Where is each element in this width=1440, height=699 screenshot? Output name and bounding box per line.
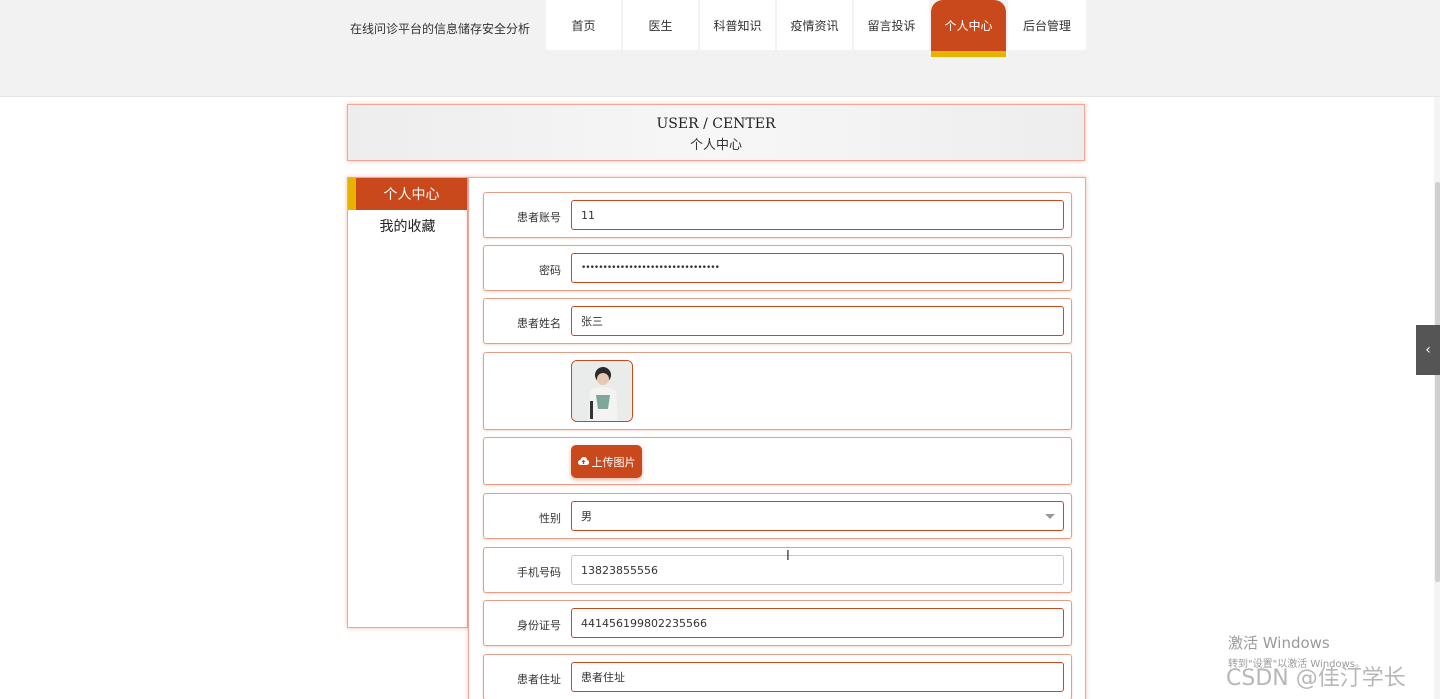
nav-home[interactable]: 首页: [546, 0, 621, 50]
form-row-account: 患者账号 11: [483, 192, 1072, 238]
form-row-password: 密码 ••••••••••••••••••••••••••••••••: [483, 245, 1072, 291]
chevron-down-icon: [1045, 514, 1055, 519]
name-label: 患者姓名: [517, 317, 561, 330]
account-input[interactable]: 11: [571, 200, 1064, 230]
form-row-name: 患者姓名 张三: [483, 298, 1072, 344]
top-header: 在线问诊平台的信息储存安全分析 首页 医生 科普知识 疫情资讯 留言投诉 个人中…: [0, 0, 1440, 97]
chevron-left-icon: ‹: [1425, 342, 1431, 358]
side-item-favorites[interactable]: 我的收藏: [348, 210, 467, 242]
nav-doctors[interactable]: 医生: [623, 0, 698, 50]
avatar-photo: [572, 361, 632, 421]
gender-value: 男: [581, 510, 592, 523]
side-menu: 个人中心 我的收藏: [347, 177, 468, 628]
csdn-watermark: CSDN @佳汀学长: [1226, 666, 1406, 691]
nav-complaints[interactable]: 留言投诉: [854, 0, 929, 50]
form-row-idcard: 身份证号 441456199802235566: [483, 600, 1072, 646]
phone-label: 手机号码: [517, 566, 561, 579]
profile-form: 患者账号 11 密码 •••••••••••••••••••••••••••••…: [468, 177, 1086, 699]
form-row-avatar: [483, 352, 1072, 430]
address-input[interactable]: 患者住址: [571, 662, 1064, 692]
watermark-title: 激活 Windows: [1228, 634, 1330, 652]
cloud-upload-icon: [577, 457, 589, 465]
banner-title-en: USER / CENTER: [656, 116, 776, 132]
gender-select[interactable]: 男: [571, 501, 1064, 531]
form-row-address: 患者住址 患者住址: [483, 654, 1072, 699]
nav-admin[interactable]: 后台管理: [1008, 0, 1086, 50]
idcard-label: 身份证号: [517, 619, 561, 632]
name-input[interactable]: 张三: [571, 306, 1064, 336]
account-label: 患者账号: [517, 211, 561, 224]
idcard-input[interactable]: 441456199802235566: [571, 608, 1064, 638]
gender-label: 性别: [539, 512, 561, 525]
scrollbar-thumb[interactable]: [1435, 182, 1440, 582]
address-label: 患者住址: [517, 673, 561, 686]
form-row-phone: 手机号码 13823855556: [483, 547, 1072, 593]
avatar-image: [571, 360, 633, 422]
collapse-panel-button[interactable]: ‹: [1416, 325, 1440, 375]
nav-epidemic-news[interactable]: 疫情资讯: [777, 0, 852, 50]
form-row-upload: 上传图片: [483, 437, 1072, 485]
nav-science[interactable]: 科普知识: [700, 0, 775, 50]
password-input[interactable]: ••••••••••••••••••••••••••••••••: [571, 253, 1064, 283]
banner-title-cn: 个人中心: [689, 138, 742, 153]
main-nav: 首页 医生 科普知识 疫情资讯 留言投诉 个人中心 后台管理: [546, 0, 1088, 57]
site-title: 在线问诊平台的信息储存安全分析: [350, 22, 531, 36]
form-row-gender: 性别 男: [483, 493, 1072, 539]
side-item-user-center[interactable]: 个人中心: [348, 178, 467, 210]
phone-input[interactable]: 13823855556: [571, 555, 1064, 585]
upload-image-button[interactable]: 上传图片: [571, 445, 642, 478]
text-cursor-icon: I: [786, 549, 790, 564]
upload-button-label: 上传图片: [591, 455, 636, 469]
nav-user-center[interactable]: 个人中心: [931, 0, 1006, 57]
page-banner: USER / CENTER 个人中心: [347, 104, 1085, 161]
password-label: 密码: [539, 264, 561, 277]
